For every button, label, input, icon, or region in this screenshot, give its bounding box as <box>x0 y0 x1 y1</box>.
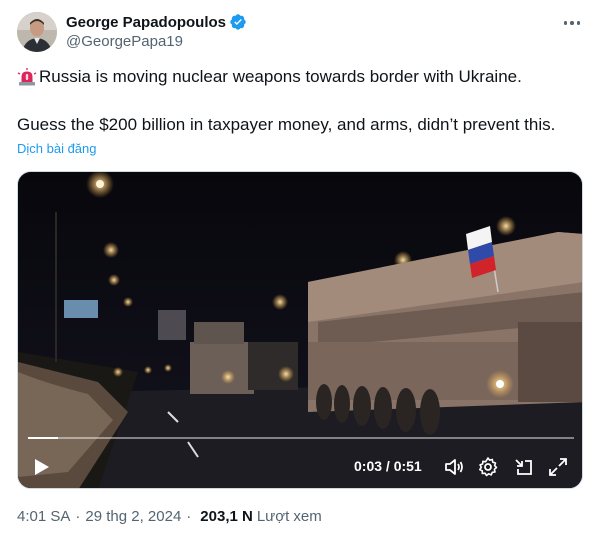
verified-badge-icon <box>229 13 247 31</box>
settings-icon[interactable] <box>476 455 500 479</box>
post-time[interactable]: 4:01 SA <box>17 508 70 525</box>
video-progress-bar[interactable] <box>28 437 574 439</box>
expand-icon[interactable] <box>546 455 570 479</box>
views-label: Lượt xem <box>256 508 322 525</box>
fullscreen-exit-icon[interactable] <box>512 455 536 479</box>
translate-post-link[interactable]: Dịch bài đăng <box>17 141 97 156</box>
views-count: 203,1 N <box>200 508 253 525</box>
post-date[interactable]: 29 thg 2, 2024 <box>85 508 181 525</box>
tweet-meta: 4:01 SA · 29 thg 2, 2024 · 203,1 N Lượt … <box>17 508 322 525</box>
tweet-line-1: Russia is moving nuclear weapons towards… <box>39 67 522 86</box>
display-name[interactable]: George Papadopoulos <box>66 14 226 31</box>
video-frame <box>18 172 582 488</box>
video-controls: 0:03 / 0:51 <box>18 452 582 482</box>
siren-icon <box>17 67 37 87</box>
video-time: 0:03 / 0:51 <box>354 458 422 474</box>
meta-separator: · <box>186 508 192 525</box>
author-block: George Papadopoulos @GeorgePapa19 <box>66 12 247 50</box>
volume-icon[interactable] <box>442 455 466 479</box>
tweet: George Papadopoulos @GeorgePapa19 Russia… <box>0 0 598 538</box>
avatar[interactable] <box>17 12 57 52</box>
more-options-icon[interactable] <box>558 16 586 30</box>
video-progress-fill <box>28 437 59 439</box>
video-player[interactable]: 0:03 / 0:51 <box>17 171 583 489</box>
tweet-text: Russia is moving nuclear weapons towards… <box>17 66 587 136</box>
meta-separator: · <box>75 508 81 525</box>
tweet-line-2: Guess the $200 billion in taxpayer money… <box>17 115 556 134</box>
play-icon[interactable] <box>30 456 52 478</box>
handle[interactable]: @GeorgePapa19 <box>66 33 247 50</box>
